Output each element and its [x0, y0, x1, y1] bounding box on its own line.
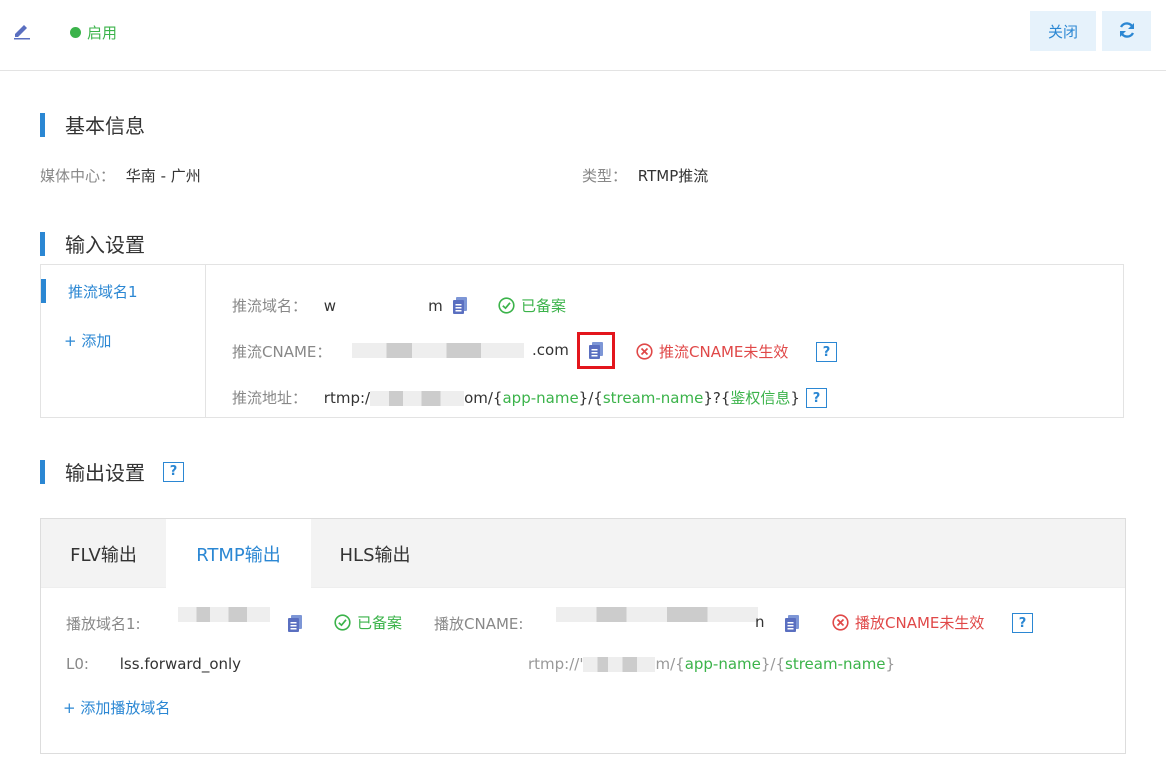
copy-push-cname-button-highlighted[interactable]: [577, 332, 615, 369]
top-toolbar: 启用 关闭: [0, 0, 1166, 71]
status-indicator: 启用: [70, 22, 117, 43]
push-address-end: }: [790, 389, 800, 407]
media-center-row: 媒体中心： 华南 - 广州: [40, 165, 201, 186]
push-domain-prefix: w: [323, 297, 337, 315]
copy-icon: [589, 341, 603, 359]
l0-url-stream-name: stream-name: [785, 655, 886, 673]
push-address-value[interactable]: rtmp:/ om/{app-name}/{stream-name}?{鉴权信息}: [324, 389, 800, 407]
play-domain-row: 播放域名1:: [66, 613, 141, 634]
l0-url-redacted: [583, 657, 656, 672]
l0-value: lss.forward_only: [119, 655, 242, 673]
l0-url-prefix: rtmp://': [528, 655, 584, 673]
push-address-stream-name: stream-name: [602, 389, 704, 407]
l0-url-sep: }/{: [760, 655, 786, 673]
push-address-auth: 鉴权信息: [730, 389, 791, 407]
tab-push-domain-1-label: 推流域名1: [68, 282, 138, 301]
section-title-output: 输出设置: [65, 461, 145, 485]
play-domain-label: 播放域名1:: [66, 615, 141, 633]
push-domain-value[interactable]: wm: [324, 297, 443, 315]
refresh-button[interactable]: [1102, 11, 1151, 51]
push-cname-label: 推流CNAME：: [232, 343, 332, 361]
play-domain-filed-text: 已备案: [357, 614, 403, 632]
check-circle-icon: [334, 614, 351, 631]
copy-icon: [785, 614, 799, 632]
push-domain-filed-text: 已备案: [521, 297, 567, 315]
push-domain-filed-status: 已备案: [498, 295, 566, 316]
domain-sidebar: 推流域名1 + 添加: [41, 265, 206, 417]
section-input-settings: 输入设置: [40, 229, 145, 258]
play-cname-help-icon[interactable]: ?: [1012, 613, 1033, 633]
l0-row: L0: lss.forward_only: [66, 655, 241, 673]
output-settings-panel: FLV输出 RTMP输出 HLS输出: [40, 518, 1126, 754]
copy-play-cname-button[interactable]: [784, 614, 800, 633]
push-address-help-icon[interactable]: ?: [806, 388, 827, 408]
push-address-row: 推流地址： rtmp:/ om/{app-name}/{stream-name}?…: [232, 387, 800, 408]
play-cname-value[interactable]: [556, 605, 758, 623]
check-circle-icon: [498, 297, 515, 314]
push-cname-error-text: 推流CNAME未生效: [659, 343, 789, 361]
type-value: RTMP推流: [637, 167, 709, 185]
copy-icon: [288, 614, 302, 632]
add-play-domain-link[interactable]: + 添加播放域名: [63, 697, 170, 718]
l0-url-mid: m/{: [655, 655, 685, 673]
play-cname-label: 播放CNAME:: [434, 615, 524, 633]
tab-flv-output[interactable]: FLV输出: [41, 519, 166, 588]
push-address-label: 推流地址：: [232, 389, 308, 407]
push-address-mid: om/{: [464, 389, 503, 407]
push-cname-row: 推流CNAME：: [232, 341, 331, 362]
section-accent-bar: [40, 459, 45, 484]
l0-label: L0:: [66, 655, 89, 673]
status-text: 启用: [87, 24, 118, 42]
type-row: 类型： RTMP推流: [582, 165, 708, 186]
tab-push-domain-1[interactable]: 推流域名1: [41, 279, 138, 303]
copy-push-domain-button[interactable]: [452, 296, 468, 315]
type-label: 类型：: [582, 167, 628, 185]
output-help-icon[interactable]: ?: [163, 461, 184, 482]
tab-accent-bar: [41, 279, 46, 303]
l0-play-url[interactable]: rtmp://' m/{app-name}/{stream-name}: [528, 655, 895, 673]
push-cname-help-icon[interactable]: ?: [816, 342, 837, 362]
add-domain-link[interactable]: + 添加: [64, 330, 111, 351]
push-cname-redacted: [352, 343, 524, 358]
push-address-redacted: [370, 391, 465, 406]
play-cname-redacted: [556, 607, 758, 622]
push-address-app-name: app-name: [502, 389, 579, 407]
close-button[interactable]: 关闭: [1030, 11, 1096, 51]
play-cname-error-text: 播放CNAME未生效: [855, 614, 985, 632]
play-domain-filed-status: 已备案: [334, 612, 402, 633]
l0-url-app-name: app-name: [684, 655, 761, 673]
push-address-sep: }/{: [578, 389, 603, 407]
status-dot-icon: [70, 27, 81, 38]
tab-rtmp-output[interactable]: RTMP输出: [166, 519, 311, 589]
play-domain-redacted: [178, 607, 270, 622]
push-domain-label: 推流域名：: [232, 297, 308, 315]
push-address-prefix: rtmp:/: [323, 389, 371, 407]
media-center-label: 媒体中心：: [40, 167, 116, 185]
edit-pencil-icon[interactable]: [12, 20, 32, 40]
push-cname-value[interactable]: .com: [352, 341, 569, 359]
media-center-value: 华南 - 广州: [125, 167, 201, 185]
tab-hls-output[interactable]: HLS输出: [311, 519, 439, 588]
play-domain-value[interactable]: [178, 605, 270, 623]
output-tabs: FLV输出 RTMP输出 HLS输出: [41, 519, 1125, 589]
section-output-settings: 输出设置 ?: [40, 457, 184, 486]
section-title-input: 输入设置: [65, 233, 145, 257]
l0-url-end: }: [885, 655, 896, 673]
push-address-query: }?{: [703, 389, 731, 407]
section-basic-info: 基本信息: [40, 110, 145, 139]
copy-icon: [453, 296, 467, 314]
refresh-icon: [1117, 20, 1137, 43]
copy-play-domain-button[interactable]: [287, 614, 303, 633]
section-title-basic: 基本信息: [65, 114, 145, 138]
error-circle-icon: [636, 343, 653, 360]
push-domain-row: 推流域名： wm: [232, 295, 443, 316]
push-cname-suffix: .com: [532, 341, 569, 359]
play-cname-suffix: n: [755, 613, 765, 631]
error-circle-icon: [832, 614, 849, 631]
section-accent-bar: [40, 112, 45, 137]
push-domain-suffix: m: [428, 297, 443, 315]
push-cname-error-status: 推流CNAME未生效: [636, 341, 788, 362]
play-cname-error-status: 播放CNAME未生效: [832, 612, 984, 633]
section-accent-bar: [40, 231, 45, 256]
